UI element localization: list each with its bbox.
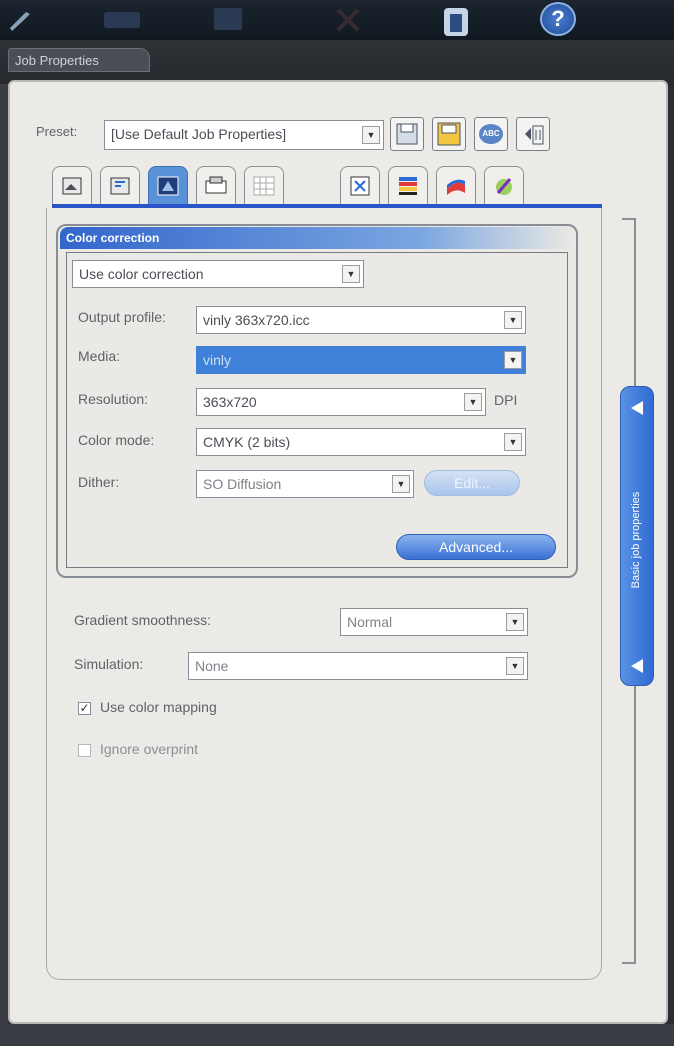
resolution-unit: DPI (494, 392, 518, 408)
resolution-value: 363x720 (203, 394, 257, 410)
tab-effects[interactable] (484, 166, 524, 204)
dither-label: Dither: (78, 474, 120, 490)
use-color-mapping-checkbox[interactable]: ✓ (78, 702, 91, 715)
save-preset-button[interactable] (390, 117, 424, 151)
edit-dither-button[interactable]: Edit... (424, 470, 520, 496)
chevron-down-icon[interactable]: ▼ (362, 126, 380, 144)
color-correction-mode-value: Use color correction (79, 266, 204, 282)
rename-icon: ABC (479, 124, 503, 144)
color-correction-mode-combo[interactable]: Use color correction ▼ (72, 260, 364, 288)
save-as-preset-button[interactable] (432, 117, 466, 151)
marks-icon (350, 176, 370, 195)
media-label: Media: (78, 348, 121, 364)
chevron-down-icon[interactable]: ▼ (506, 657, 524, 675)
wrench-icon[interactable] (4, 4, 34, 34)
tab-general[interactable] (52, 166, 92, 204)
main-toolbar: ? (0, 0, 674, 40)
chevron-down-icon[interactable]: ▼ (504, 433, 522, 451)
rename-glyph: ABC (482, 129, 500, 138)
simulation-label: Simulation: (74, 656, 144, 672)
left-edge (0, 84, 8, 1046)
output-profile-combo[interactable]: vinly 363x720.icc ▼ (196, 306, 526, 334)
ignore-overprint-checkbox[interactable] (78, 744, 91, 757)
advanced-button[interactable]: Advanced... (396, 534, 556, 560)
color-icon (157, 176, 179, 195)
tab-printer[interactable] (196, 166, 236, 204)
gradient-smoothness-label: Gradient smoothness: (74, 612, 211, 628)
tab-media[interactable] (436, 166, 476, 204)
chevron-down-icon[interactable]: ▼ (392, 475, 410, 493)
resolution-label: Resolution: (78, 391, 149, 407)
color-mode-value: CMYK (2 bits) (203, 434, 291, 450)
dither-combo[interactable]: SO Diffusion ▼ (196, 470, 414, 498)
expand-arrow-icon[interactable] (629, 657, 645, 675)
chevron-down-icon[interactable]: ▼ (506, 613, 524, 631)
page-icon[interactable] (206, 4, 250, 34)
document-icon (62, 177, 82, 194)
save-icon (396, 123, 418, 145)
delete-preset-button[interactable] (516, 117, 550, 151)
tab-layout[interactable] (100, 166, 140, 204)
output-profile-label: Output profile: (78, 309, 166, 325)
tab-ink[interactable] (388, 166, 428, 204)
printer-tab-icon (205, 176, 227, 193)
media-combo[interactable]: vinly ▼ (196, 346, 526, 374)
layout-icon (110, 177, 130, 194)
color-correction-title: Color correction (60, 227, 574, 249)
preset-value: [Use Default Job Properties] (111, 126, 287, 142)
ink-icon (399, 176, 417, 195)
job-icon[interactable] (434, 4, 478, 38)
color-mode-label: Color mode: (78, 432, 155, 448)
delete-icon (525, 125, 544, 145)
use-color-mapping-label: Use color mapping (100, 699, 217, 715)
collapse-arrow-icon[interactable] (629, 399, 645, 417)
effects-icon (496, 177, 512, 195)
rename-preset-button[interactable]: ABC (474, 117, 508, 151)
save-as-icon (437, 122, 461, 146)
simulation-combo[interactable]: None ▼ (188, 652, 528, 680)
dither-value: SO Diffusion (203, 476, 282, 492)
bottom-edge (0, 1024, 674, 1046)
media-value: vinly (203, 352, 232, 368)
ignore-overprint-label: Ignore overprint (100, 741, 199, 757)
preset-label: Preset: (36, 124, 78, 139)
cancel-icon[interactable] (326, 4, 370, 34)
tab-tiling[interactable] (244, 166, 284, 204)
color-mode-combo[interactable]: CMYK (2 bits) ▼ (196, 428, 526, 456)
resolution-combo[interactable]: 363x720 ▼ (196, 388, 486, 416)
output-profile-value: vinly 363x720.icc (203, 312, 310, 328)
chevron-down-icon[interactable]: ▼ (504, 351, 522, 369)
side-panel-label: Basic job properties (630, 491, 642, 589)
chevron-down-icon[interactable]: ▼ (342, 265, 360, 283)
grid-icon (253, 176, 275, 195)
chevron-down-icon[interactable]: ▼ (504, 311, 522, 329)
media-icon (447, 179, 465, 195)
chevron-down-icon[interactable]: ▼ (464, 393, 482, 411)
simulation-value: None (195, 658, 229, 674)
tab-marks[interactable] (340, 166, 380, 204)
tab-color[interactable] (148, 166, 188, 204)
gradient-smoothness-combo[interactable]: Normal ▼ (340, 608, 528, 636)
printer-icon[interactable] (100, 4, 144, 34)
preset-combo[interactable]: [Use Default Job Properties] ▼ (104, 120, 384, 150)
help-glyph: ? (551, 6, 565, 31)
help-icon[interactable]: ? (540, 2, 576, 36)
gradient-smoothness-value: Normal (347, 614, 393, 630)
window-title: Job Properties (8, 48, 150, 72)
